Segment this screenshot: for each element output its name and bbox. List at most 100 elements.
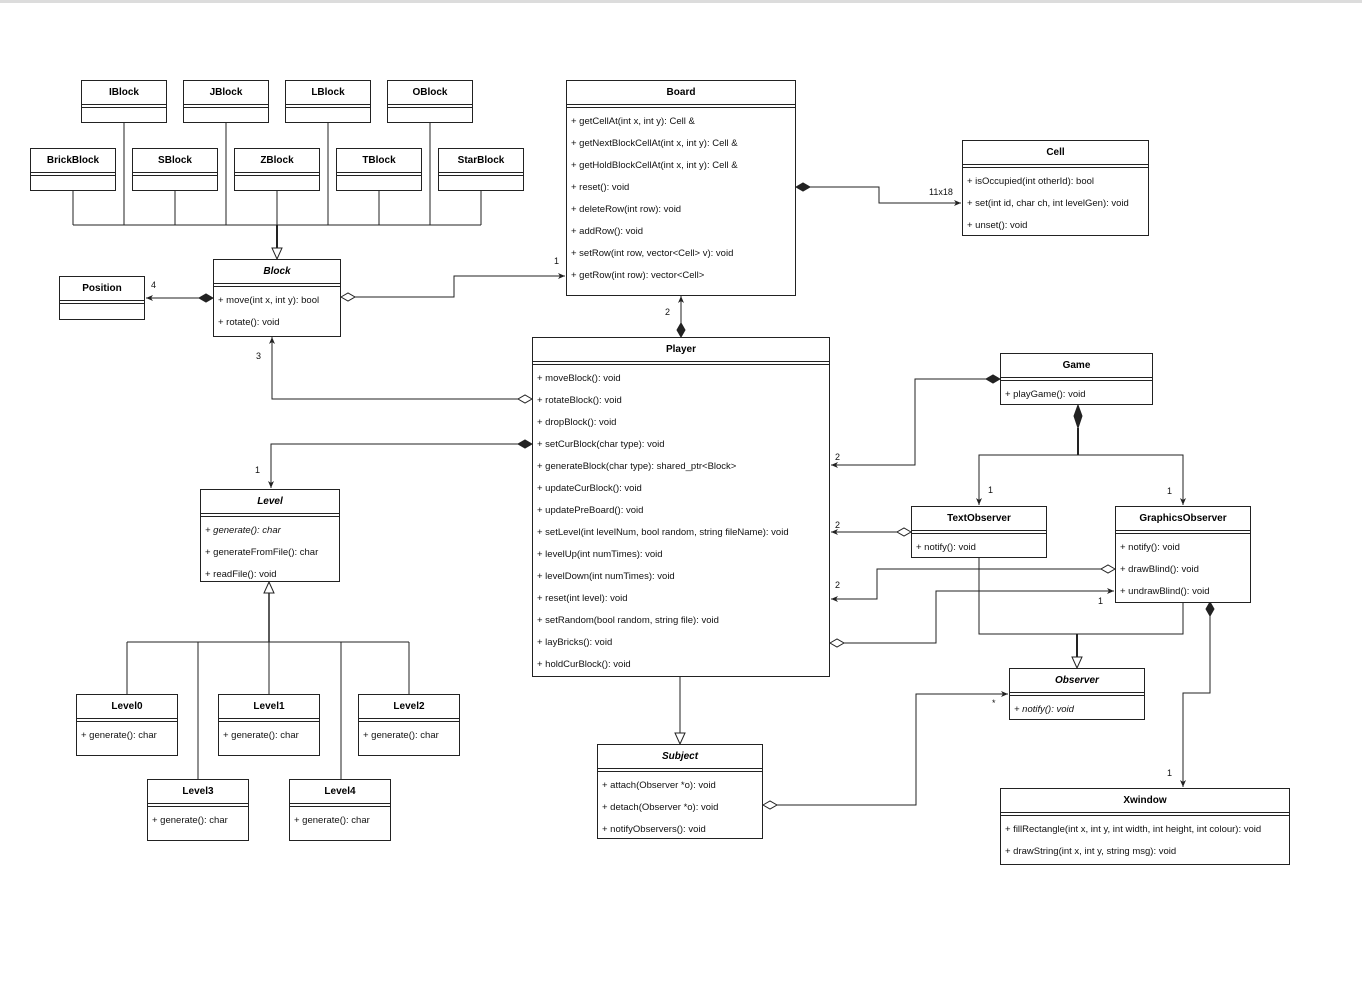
class-level[interactable]: Level + generate(): char + generateFromFil…: [200, 489, 340, 582]
method-list: + getCellAt(int x, int y): Cell & + getNe…: [567, 108, 795, 290]
method-list: + isOccupied(int otherId): bool + set(int…: [963, 168, 1148, 240]
class-name: Xwindow: [1001, 789, 1289, 816]
class-xwindow[interactable]: Xwindow + fillRectangle(int x, int y, int…: [1000, 788, 1290, 865]
class-lblock[interactable]: LBlock: [285, 80, 371, 123]
method-list: + notify(): void: [1010, 696, 1144, 724]
method: + set(int id, char ch, int levelGen): vo…: [967, 198, 1129, 209]
method-list: [235, 176, 319, 182]
method-list: + generate(): char: [290, 807, 390, 835]
method: + getRow(int row): vector<Cell>: [571, 270, 705, 281]
class-tblock[interactable]: TBlock: [336, 148, 422, 191]
method: + layBricks(): void: [537, 637, 613, 648]
aggregation-player-block: [269, 337, 518, 400]
method: + undrawBlind(): void: [1120, 586, 1210, 597]
aggregation-diamond: [761, 800, 779, 810]
method: + setRow(int row, vector<Cell> v): void: [571, 248, 734, 259]
method: + updatePreBoard(): void: [537, 505, 644, 516]
method: + detach(Observer *o): void: [602, 802, 719, 813]
class-name: Level4: [290, 780, 390, 807]
aggregation-block-board: [355, 273, 565, 298]
composition-diamond: [794, 182, 812, 192]
class-name: IBlock: [82, 81, 166, 108]
method: + generate(): char: [363, 730, 439, 741]
class-cell[interactable]: Cell + isOccupied(int otherId): bool + set…: [962, 140, 1149, 236]
aggregation-subject-observer: [777, 691, 1008, 806]
multiplicity-label: 1: [1098, 596, 1104, 606]
class-board[interactable]: Board + getCellAt(int x, int y): Cell & + …: [566, 80, 796, 296]
composition-diamond: [676, 321, 686, 339]
composition-graphicsobserver-xwindow: [1180, 616, 1211, 787]
class-level1[interactable]: Level1 + generate(): char: [218, 694, 320, 756]
class-textobserver[interactable]: TextObserver + notify(): void: [911, 506, 1047, 558]
class-level4[interactable]: Level4 + generate(): char: [289, 779, 391, 841]
method: + generate(): char: [294, 815, 370, 826]
class-name: Board: [567, 81, 795, 108]
class-subject[interactable]: Subject + attach(Observer *o): void + deta…: [597, 744, 763, 839]
method: + getNextBlockCellAt(int x, int y): Cell…: [571, 138, 738, 149]
method: + setCurBlock(char type): void: [537, 439, 665, 450]
method: + getCellAt(int x, int y): Cell &: [571, 116, 695, 127]
class-level3[interactable]: Level3 + generate(): char: [147, 779, 249, 841]
method: + getHoldBlockCellAt(int x, int y): Cell…: [571, 160, 738, 171]
method: + drawBlind(): void: [1120, 564, 1199, 575]
method: + drawString(int x, int y, string msg): …: [1005, 846, 1177, 857]
method: + isOccupied(int otherId): bool: [967, 176, 1094, 187]
method: + holdCurBlock(): void: [537, 659, 631, 670]
class-name: Player: [533, 338, 829, 365]
method-list: + generate(): char: [359, 722, 459, 750]
class-name: Game: [1001, 354, 1152, 381]
class-level2[interactable]: Level2 + generate(): char: [358, 694, 460, 756]
class-name: Level0: [77, 695, 177, 722]
method-list: + generate(): char: [148, 807, 248, 835]
aggregation-diamond: [895, 527, 913, 537]
method: + attach(Observer *o): void: [602, 780, 716, 791]
class-name: JBlock: [184, 81, 268, 108]
class-starblock[interactable]: StarBlock: [438, 148, 524, 191]
method: + setLevel(int levelNum, bool random, st…: [537, 527, 789, 538]
class-name: Level1: [219, 695, 319, 722]
class-name: LBlock: [286, 81, 370, 108]
multiplicity-label: 1: [554, 256, 560, 266]
method-list: [388, 108, 472, 114]
class-name: TextObserver: [912, 507, 1046, 534]
class-name: Observer: [1010, 669, 1144, 696]
method: + notify(): void: [916, 542, 976, 553]
class-graphicsobserver[interactable]: GraphicsObserver + notify(): void + drawBl…: [1115, 506, 1251, 603]
class-game[interactable]: Game + playGame(): void: [1000, 353, 1153, 405]
multiplicity-label: 1: [1167, 486, 1173, 496]
method: + generateBlock(char type): shared_ptr<B…: [537, 461, 737, 472]
method-list: + playGame(): void: [1001, 381, 1152, 409]
method: + reset(): void: [571, 182, 630, 193]
aggregation-diamond: [828, 638, 846, 648]
class-sblock[interactable]: SBlock: [132, 148, 218, 191]
class-name: BrickBlock: [31, 149, 115, 176]
method-list: [133, 176, 217, 182]
method: + notify(): void: [1120, 542, 1180, 553]
class-oblock[interactable]: OBlock: [387, 80, 473, 123]
method: + move(int x, int y): bool: [218, 295, 320, 306]
multiplicity-label: 2: [665, 307, 671, 317]
class-name: Level3: [148, 780, 248, 807]
multiplicity-label: 1: [988, 485, 994, 495]
class-position[interactable]: Position: [59, 276, 145, 320]
multiplicity-label: *: [992, 698, 996, 708]
class-zblock[interactable]: ZBlock: [234, 148, 320, 191]
method: + generateFromFile(): char: [205, 547, 319, 558]
class-name: StarBlock: [439, 149, 523, 176]
class-jblock[interactable]: JBlock: [183, 80, 269, 123]
class-brickblock[interactable]: BrickBlock: [30, 148, 116, 191]
method-list: + fillRectangle(int x, int y, int width,…: [1001, 816, 1289, 866]
class-observer[interactable]: Observer + notify(): void: [1009, 668, 1145, 720]
inheritance-triangle: [674, 732, 686, 746]
method: + unset(): void: [967, 220, 1028, 231]
class-iblock[interactable]: IBlock: [81, 80, 167, 123]
class-block[interactable]: Block + move(int x, int y): bool + rotate(…: [213, 259, 341, 337]
multiplicity-label: 11x18: [929, 187, 953, 197]
class-level0[interactable]: Level0 + generate(): char: [76, 694, 178, 756]
class-name: Position: [60, 277, 144, 304]
method-list: + move(int x, int y): bool + rotate(): vo…: [214, 287, 340, 337]
method: + playGame(): void: [1005, 389, 1086, 400]
class-player[interactable]: Player + moveBlock(): void + rotateBlock()…: [532, 337, 830, 677]
method: + updateCurBlock(): void: [537, 483, 642, 494]
inheritance-triangle: [271, 247, 283, 261]
